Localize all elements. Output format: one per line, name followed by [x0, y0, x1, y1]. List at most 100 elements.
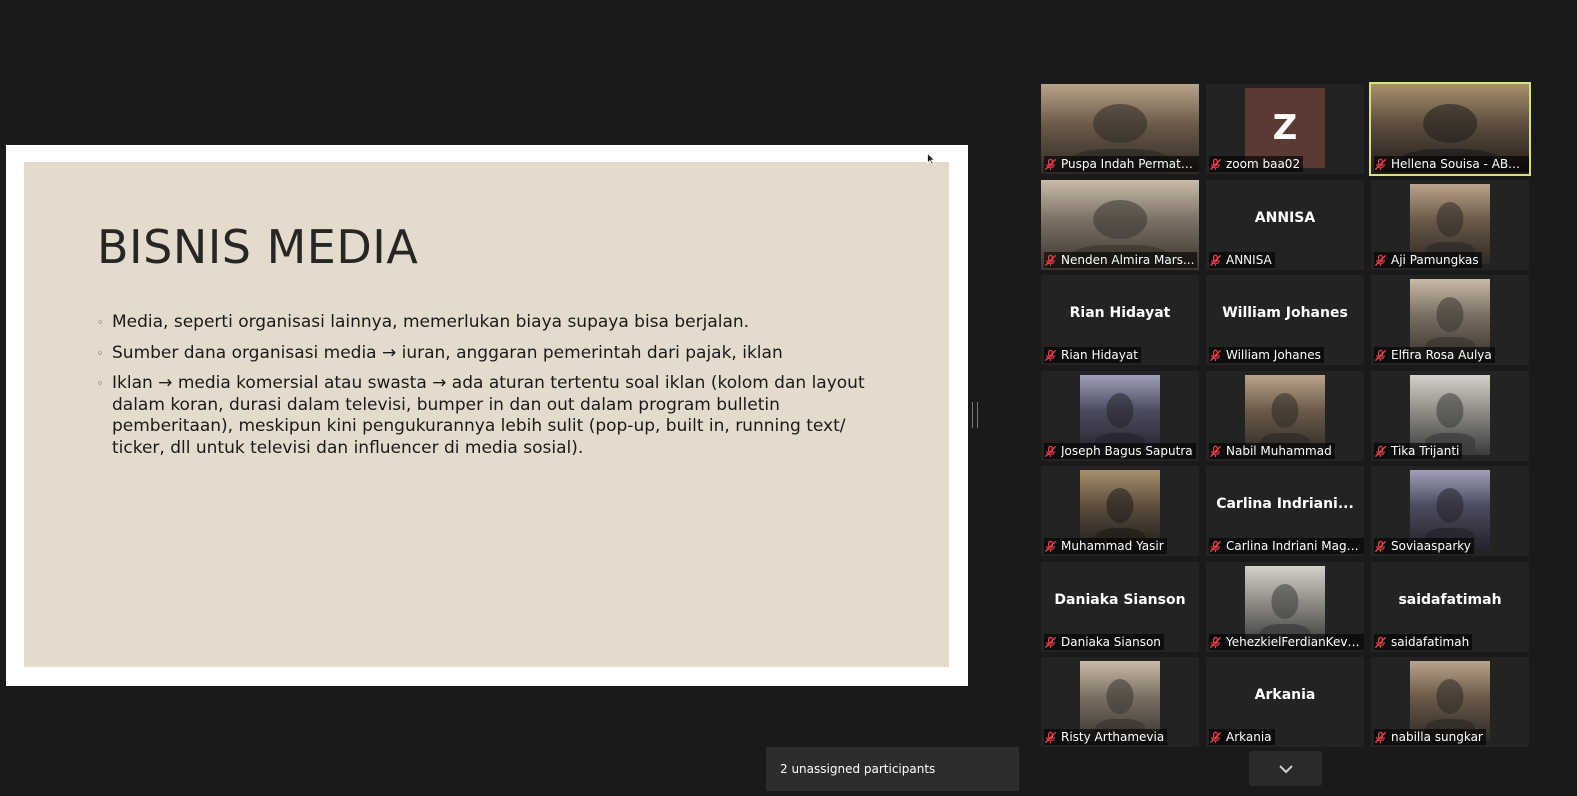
participant-name-label: Hellena Souisa - ABC Ne...	[1374, 156, 1529, 172]
participant-name: Aji Pamungkas	[1391, 253, 1479, 267]
microphone-muted-icon	[1044, 540, 1057, 552]
microphone-muted-icon	[1044, 731, 1057, 743]
participant-name: Hellena Souisa - ABC Ne...	[1391, 157, 1526, 171]
participant-name: Joseph Bagus Saputra	[1061, 444, 1193, 458]
microphone-muted-icon	[1044, 254, 1057, 266]
participant-display-name: William Johanes	[1222, 305, 1348, 321]
microphone-muted-icon	[1044, 636, 1057, 648]
participant-name-label: Puspa Indah Permata...	[1044, 156, 1199, 172]
participant-name-label: YehezkielFerdianKevin...	[1209, 634, 1364, 650]
microphone-muted-icon	[1209, 731, 1222, 743]
participant-tile[interactable]: Tika Trijanti	[1371, 371, 1529, 461]
participant-tile[interactable]: Daniaka Sianson Daniaka Sianson	[1041, 562, 1199, 652]
participant-name: Nabil Muhammad	[1226, 444, 1332, 458]
participant-name: Nenden Almira Mars...	[1061, 253, 1195, 267]
participant-tile[interactable]: Muhammad Yasir	[1041, 466, 1199, 556]
participant-name-label: Aji Pamungkas	[1374, 252, 1482, 268]
participant-name-label: nabilla sungkar	[1374, 729, 1486, 745]
participant-name-label: Soviaasparky	[1374, 538, 1474, 554]
microphone-muted-icon	[1209, 636, 1222, 648]
mouse-pointer-icon	[927, 153, 935, 165]
participant-name: YehezkielFerdianKevin...	[1226, 635, 1361, 649]
participant-name: Arkania	[1226, 730, 1272, 744]
microphone-muted-icon	[1374, 636, 1387, 648]
microphone-muted-icon	[1209, 445, 1222, 457]
participant-name-label: zoom baa02	[1209, 156, 1304, 172]
bullet-marker: ◦	[97, 316, 104, 329]
participant-tile[interactable]: nabilla sungkar	[1371, 657, 1529, 747]
participant-tile[interactable]: Joseph Bagus Saputra	[1041, 371, 1199, 461]
participant-name: Muhammad Yasir	[1061, 539, 1164, 553]
participant-display-name: ANNISA	[1254, 210, 1316, 226]
bullet-text: Sumber dana organisasi media → iuran, an…	[112, 342, 783, 363]
participant-tile[interactable]: Carlina Indriani... Carlina Indriani Magd…	[1206, 466, 1364, 556]
microphone-muted-icon	[1374, 540, 1387, 552]
microphone-muted-icon	[1044, 158, 1057, 170]
shared-screen: BISNIS MEDIA ◦ Media, seperti organisasi…	[6, 145, 968, 686]
microphone-muted-icon	[1374, 349, 1387, 361]
microphone-muted-icon	[1209, 540, 1222, 552]
participant-name-label: Carlina Indriani Magd...	[1209, 538, 1364, 554]
participant-tile[interactable]: Arkania Arkania	[1206, 657, 1364, 747]
participant-name: zoom baa02	[1226, 157, 1301, 171]
participant-name-label: Arkania	[1209, 729, 1275, 745]
microphone-muted-icon	[1374, 445, 1387, 457]
participant-name: saidafatimah	[1391, 635, 1470, 649]
microphone-muted-icon	[1374, 158, 1387, 170]
participant-name: Elfira Rosa Aulya	[1391, 348, 1492, 362]
slide-bullet: ◦ Sumber dana organisasi media → iuran, …	[97, 343, 877, 365]
participant-tile[interactable]: William Johanes William Johanes	[1206, 275, 1364, 365]
participant-name-label: saidafatimah	[1374, 634, 1473, 650]
participant-name-label: Daniaka Sianson	[1044, 634, 1164, 650]
participant-tile[interactable]: Nabil Muhammad	[1206, 371, 1364, 461]
participant-name-label: Muhammad Yasir	[1044, 538, 1167, 554]
participant-name: nabilla sungkar	[1391, 730, 1483, 744]
microphone-muted-icon	[1374, 254, 1387, 266]
gallery-scroll-down-button[interactable]	[1249, 751, 1322, 786]
participant-name-label: Nenden Almira Mars...	[1044, 252, 1198, 268]
participant-name-label: Rian Hidayat	[1044, 347, 1141, 363]
unassigned-participants-text: 2 unassigned participants	[780, 762, 936, 776]
participant-tile[interactable]: Soviaasparky	[1371, 466, 1529, 556]
participant-tile[interactable]: Puspa Indah Permata...	[1041, 84, 1199, 174]
chevron-down-icon	[1278, 764, 1293, 773]
participant-tile[interactable]: saidafatimah saidafatimah	[1371, 562, 1529, 652]
participant-name-label: Elfira Rosa Aulya	[1374, 347, 1495, 363]
participant-tile[interactable]: Rian Hidayat Rian Hidayat	[1041, 275, 1199, 365]
slide-title: BISNIS MEDIA	[97, 220, 419, 274]
bullet-text: Media, seperti organisasi lainnya, memer…	[112, 312, 750, 332]
participant-name-label: Risty Arthamevia	[1044, 729, 1168, 745]
participant-tile[interactable]: Elfira Rosa Aulya	[1371, 275, 1529, 365]
participant-tile[interactable]: Aji Pamungkas	[1371, 180, 1529, 270]
participant-name-label: William Johanes	[1209, 347, 1324, 363]
participant-display-name: Rian Hidayat	[1069, 305, 1171, 321]
participant-name: Rian Hidayat	[1061, 348, 1138, 362]
participant-tile[interactable]: Hellena Souisa - ABC Ne...	[1369, 82, 1531, 176]
participant-tile[interactable]: Nenden Almira Mars...	[1041, 180, 1199, 270]
participant-name: Daniaka Sianson	[1061, 635, 1161, 649]
participant-name-label: Tika Trijanti	[1374, 443, 1463, 459]
participant-name-label: Nabil Muhammad	[1209, 443, 1335, 459]
participant-tile[interactable]: Risty Arthamevia	[1041, 657, 1199, 747]
participant-tile[interactable]: ANNISA ANNISA	[1206, 180, 1364, 270]
participant-name: ANNISA	[1226, 253, 1272, 267]
participant-name: Puspa Indah Permata...	[1061, 157, 1196, 171]
participant-name-label: Joseph Bagus Saputra	[1044, 443, 1196, 459]
slide-bullet-list: ◦ Media, seperti organisasi lainnya, mem…	[97, 312, 877, 468]
participant-tile[interactable]: Zzoom baa02	[1206, 84, 1364, 174]
participant-name: Risty Arthamevia	[1061, 730, 1165, 744]
bullet-marker: ◦	[97, 377, 104, 390]
slide-bullet: ◦ Iklan → media komersial atau swasta → …	[97, 373, 877, 459]
participant-name: Carlina Indriani Magd...	[1226, 539, 1361, 553]
participant-tile[interactable]: YehezkielFerdianKevin...	[1206, 562, 1364, 652]
participant-display-name: Daniaka Sianson	[1054, 592, 1186, 608]
microphone-muted-icon	[1209, 158, 1222, 170]
unassigned-participants-bar[interactable]: 2 unassigned participants	[766, 747, 1019, 791]
participant-display-name: saidafatimah	[1398, 592, 1502, 608]
panel-resize-handle[interactable]	[972, 402, 978, 428]
microphone-muted-icon	[1209, 254, 1222, 266]
participant-name-label: ANNISA	[1209, 252, 1275, 268]
participant-name: William Johanes	[1226, 348, 1321, 362]
participant-name: Soviaasparky	[1391, 539, 1471, 553]
slide-content: BISNIS MEDIA ◦ Media, seperti organisasi…	[24, 162, 949, 667]
